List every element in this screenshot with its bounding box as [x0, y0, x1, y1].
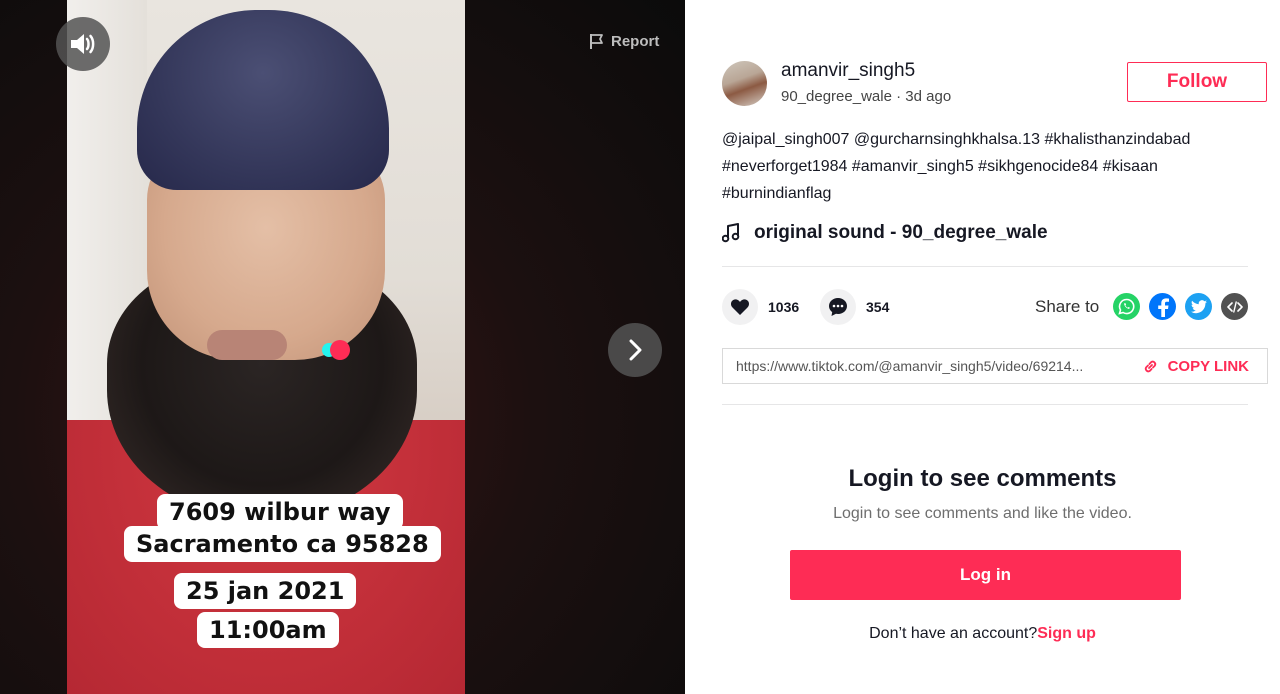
music-link[interactable]: original sound - 90_degree_wale	[722, 222, 1048, 244]
video-caption-line: Sacramento ca 95828	[124, 526, 441, 562]
embed-icon	[1226, 300, 1243, 313]
divider	[722, 404, 1248, 405]
report-button[interactable]: Report	[589, 33, 659, 50]
whatsapp-share-button[interactable]	[1113, 293, 1140, 320]
embed-share-button[interactable]	[1221, 293, 1248, 320]
next-video-button[interactable]	[608, 323, 662, 377]
copy-link-button[interactable]: COPY LINK	[1143, 358, 1249, 375]
video-caption-line: 7609 wilbur way	[157, 494, 403, 530]
comment-icon	[829, 298, 847, 316]
facebook-share-button[interactable]	[1149, 293, 1176, 320]
video-description: @jaipal_singh007 @gurcharnsinghkhalsa.13…	[722, 126, 1262, 207]
post-date: 3d ago	[905, 88, 952, 105]
volume-icon	[71, 34, 95, 54]
comment-button[interactable]: 354	[820, 289, 889, 325]
video-caption-line: 11:00am	[197, 612, 339, 648]
copy-link-label: COPY LINK	[1167, 358, 1249, 375]
video-player[interactable]: 7609 wilbur way Sacramento ca 95828 25 j…	[0, 0, 685, 694]
description-line[interactable]: @jaipal_singh007 @gurcharnsinghkhalsa.13…	[722, 126, 1262, 153]
description-line[interactable]: #burnindianflag	[722, 180, 1262, 207]
comment-count: 354	[866, 299, 890, 315]
description-line[interactable]: #neverforget1984 #amanvir_singh5 #sikhge…	[722, 153, 1262, 180]
author-username[interactable]: amanvir_singh5	[781, 60, 915, 82]
loader-dot-red	[330, 340, 350, 360]
follow-button[interactable]: Follow	[1127, 62, 1267, 102]
video-mouth	[207, 330, 287, 360]
subline-separator: ·	[891, 88, 906, 105]
heart-icon	[730, 299, 750, 315]
twitter-icon	[1190, 299, 1207, 313]
whatsapp-icon	[1118, 298, 1135, 315]
report-label: Report	[611, 33, 660, 50]
like-count: 1036	[768, 299, 800, 315]
loading-indicator	[322, 340, 352, 360]
divider	[722, 266, 1248, 267]
author-subline: 90_degree_wale · 3d ago	[781, 88, 951, 105]
avatar[interactable]	[722, 61, 767, 106]
video-frame[interactable]: 7609 wilbur way Sacramento ca 95828 25 j…	[67, 0, 465, 694]
video-link-box: https://www.tiktok.com/@amanvir_singh5/v…	[722, 348, 1268, 384]
music-title: original sound - 90_degree_wale	[754, 222, 1048, 243]
video-turban	[137, 10, 389, 190]
like-button[interactable]: 1036	[722, 289, 799, 325]
video-link-url[interactable]: https://www.tiktok.com/@amanvir_singh5/v…	[736, 358, 1131, 374]
author-nickname: 90_degree_wale	[781, 88, 892, 105]
chevron-right-icon	[629, 339, 642, 361]
link-icon	[1144, 360, 1156, 373]
login-button[interactable]: Log in	[790, 550, 1181, 600]
signup-link[interactable]: Sign up	[1037, 625, 1096, 642]
sound-toggle-button[interactable]	[56, 17, 110, 71]
video-caption-line: 25 jan 2021	[174, 573, 357, 609]
music-note-icon	[722, 223, 740, 243]
signup-question: Don’t have an account?	[869, 625, 1038, 642]
twitter-share-button[interactable]	[1185, 293, 1212, 320]
flag-icon	[590, 34, 603, 49]
facebook-icon	[1157, 297, 1169, 317]
like-icon-circle	[722, 289, 758, 325]
share-label: Share to	[1035, 297, 1100, 316]
signup-prompt: Don’t have an account?Sign up	[685, 625, 1280, 643]
comment-icon-circle	[820, 289, 856, 325]
login-prompt-title: Login to see comments	[848, 465, 1117, 492]
login-prompt-subtitle: Login to see comments and like the video…	[833, 505, 1132, 522]
